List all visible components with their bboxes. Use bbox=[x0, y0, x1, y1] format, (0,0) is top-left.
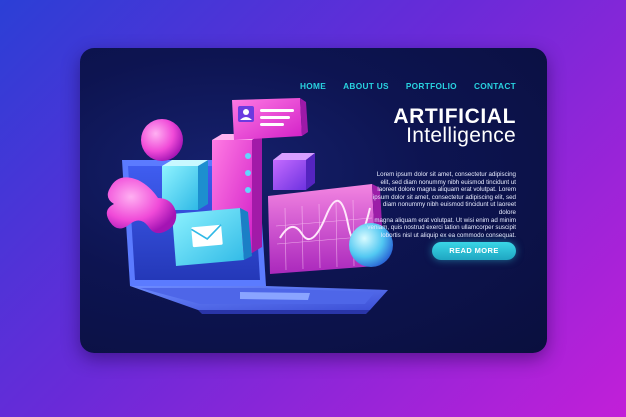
description-line: laoreet dolore magna aliquam erat volutp… bbox=[377, 186, 516, 194]
hero-subtitle: Intelligence bbox=[406, 124, 516, 147]
description-line: Lorem ipsum dolor sit amet, consectetur … bbox=[376, 171, 516, 178]
description-line: magna aliquam erat volutpat. Ut wisi eni… bbox=[374, 216, 516, 224]
nav-home[interactable]: HOME bbox=[300, 81, 326, 91]
description-line: veniam, quis nostrud exerci tation ullam… bbox=[367, 224, 516, 232]
pink-sphere bbox=[141, 119, 183, 161]
nav-about-us[interactable]: ABOUT US bbox=[343, 81, 389, 91]
nav-contact[interactable]: CONTACT bbox=[474, 81, 516, 91]
laptop-base bbox=[130, 286, 388, 314]
top-navigation: HOME ABOUT US PORTFOLIO CONTACT bbox=[300, 81, 516, 91]
trackpad bbox=[240, 292, 310, 300]
description-line: ipsum dolor sit amet, consectetur adipis… bbox=[372, 193, 516, 201]
description-line: lobortis nisl ut aliquip ex ea commodo c… bbox=[380, 231, 516, 239]
description-line: diam nonummy nibh euismod tincidunt ut l… bbox=[382, 201, 516, 216]
mail-icon bbox=[190, 224, 223, 248]
email-card bbox=[172, 208, 252, 266]
read-more-button[interactable]: READ MORE bbox=[432, 242, 516, 260]
violet-cube bbox=[273, 153, 315, 190]
nav-portfolio[interactable]: PORTFOLIO bbox=[406, 81, 457, 91]
description-line: elit, sed diam nonummy nibh euismod tinc… bbox=[380, 178, 516, 186]
landing-card: HOME ABOUT US PORTFOLIO CONTACT ARTIFICI… bbox=[80, 48, 547, 353]
hero-description: Lorem ipsum dolor sit amet, consectetur … bbox=[366, 171, 516, 239]
user-card bbox=[232, 98, 308, 140]
